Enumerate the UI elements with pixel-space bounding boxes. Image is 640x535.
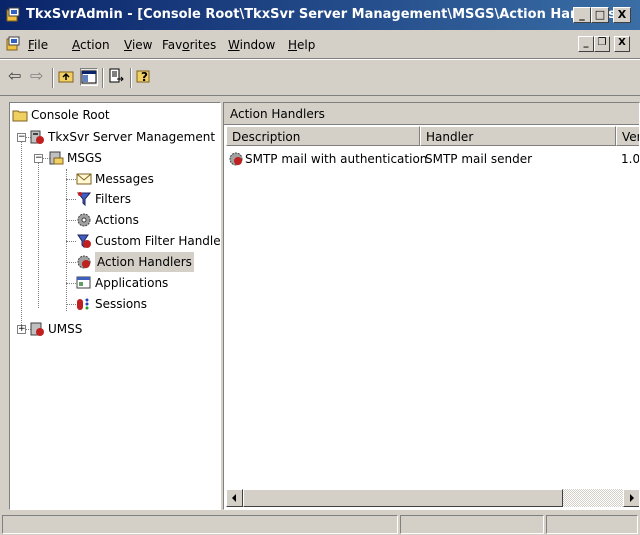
tree-connector xyxy=(66,199,76,200)
tree-connector xyxy=(66,220,76,221)
detail-pane[interactable]: Action Handlers Description Handler Ver … xyxy=(223,102,640,510)
column-header-description[interactable]: Description xyxy=(226,126,420,146)
tree-item-label: Sessions xyxy=(95,297,148,311)
column-header-version[interactable]: Ver xyxy=(616,126,639,146)
tree-item-tkxsvr-server-management[interactable]: TkxSvr Server Management xyxy=(29,127,219,147)
tree-item-label: Action Handlers xyxy=(95,252,194,272)
tree-connector xyxy=(66,241,76,242)
up-one-level-icon[interactable] xyxy=(58,68,76,86)
gear-icon xyxy=(77,213,91,227)
tree-connector xyxy=(66,169,67,311)
menu-action[interactable]: Action xyxy=(72,38,110,52)
maximize-button[interactable]: □ xyxy=(591,7,609,23)
toolbar: ⇦ ⇨ ? xyxy=(0,59,640,96)
msgs-icon xyxy=(49,151,64,165)
custom-filter-icon xyxy=(77,234,91,249)
export-icon xyxy=(109,68,124,83)
tree-item-label: Console Root xyxy=(31,108,110,122)
cell-description: SMTP mail with authentication xyxy=(245,152,428,166)
back-icon[interactable]: ⇦ xyxy=(8,68,26,86)
sessions-icon xyxy=(77,298,89,310)
tree-pane-icon xyxy=(81,70,97,84)
tree-item-custom-filter-handlers[interactable]: Custom Filter Handlers xyxy=(76,231,221,251)
server-icon xyxy=(30,130,44,144)
toolbar-separator xyxy=(130,68,132,88)
tree-item-label: Messages xyxy=(95,172,154,186)
tree-pane[interactable]: − − + Console Root TkxSvr Server Managem… xyxy=(9,102,221,510)
tree-item-umss[interactable]: UMSS xyxy=(29,319,149,339)
tree-item-label: Applications xyxy=(95,276,169,290)
horizontal-scrollbar[interactable] xyxy=(226,489,639,507)
tree-item-applications[interactable]: Applications xyxy=(76,273,216,293)
tree-item-sessions[interactable]: Sessions xyxy=(76,294,216,314)
tree-item-actions[interactable]: Actions xyxy=(76,210,216,230)
svg-text:?: ? xyxy=(141,70,148,84)
menu-window[interactable]: Window xyxy=(228,38,275,52)
list-item[interactable]: SMTP mail with authentication SMTP mail … xyxy=(228,149,640,169)
toolbar-separator xyxy=(102,68,104,88)
export-list-icon[interactable] xyxy=(108,68,126,86)
tree-item-msgs[interactable]: MSGS xyxy=(48,148,168,168)
mdi-restore-button[interactable]: ❐ xyxy=(594,36,610,52)
toolbar-separator xyxy=(52,68,54,88)
filter-icon xyxy=(76,192,92,207)
menu-favorites[interactable]: Favorites xyxy=(162,38,216,52)
status-pane-3 xyxy=(546,515,638,534)
tree-connector xyxy=(66,304,76,305)
help-icon[interactable]: ? xyxy=(136,68,154,86)
tree-connector xyxy=(66,262,76,263)
application-icon xyxy=(76,276,91,289)
window-title: TkxSvrAdmin - [Console Root\TkxSvr Serve… xyxy=(26,7,622,22)
tree-item-action-handlers[interactable]: Action Handlers xyxy=(76,252,216,272)
tree-item-label: Actions xyxy=(95,213,139,227)
console-icon[interactable] xyxy=(6,36,22,52)
close-button[interactable]: X xyxy=(613,7,631,23)
left-arrow-icon xyxy=(232,494,236,502)
tree-connector xyxy=(66,179,76,180)
tree-connector xyxy=(66,283,76,284)
menu-view[interactable]: View xyxy=(124,38,152,52)
menu-bar: File Action View Favorites Window Help _… xyxy=(0,30,640,59)
column-header-handler[interactable]: Handler xyxy=(420,126,616,146)
status-bar xyxy=(0,513,640,535)
tree-item-messages[interactable]: Messages xyxy=(76,169,216,189)
menu-help[interactable]: Help xyxy=(288,38,315,52)
help-book-icon: ? xyxy=(136,70,150,84)
expand-expander[interactable]: + xyxy=(17,325,26,334)
cell-handler: SMTP mail sender xyxy=(425,152,533,166)
scroll-right-button[interactable] xyxy=(623,489,639,507)
forward-icon[interactable]: ⇨ xyxy=(30,68,48,86)
umss-icon xyxy=(30,322,44,336)
title-bar: TkxSvrAdmin - [Console Root\TkxSvr Serve… xyxy=(0,0,640,30)
tree-item-label: UMSS xyxy=(48,322,83,336)
collapse-expander[interactable]: − xyxy=(34,154,43,163)
app-icon xyxy=(6,7,20,22)
tree-item-console-root[interactable]: Console Root xyxy=(12,105,212,125)
detail-pane-title: Action Handlers xyxy=(224,103,639,125)
cell-version: 1.0 xyxy=(621,152,640,166)
tree-item-label: MSGS xyxy=(67,151,102,165)
tree-connector xyxy=(21,137,22,329)
action-handler-icon xyxy=(229,152,243,166)
tree-item-label: Filters xyxy=(95,192,131,206)
collapse-expander[interactable]: − xyxy=(17,133,26,142)
folder-up-icon xyxy=(58,71,74,83)
scroll-left-button[interactable] xyxy=(226,489,243,507)
minimize-button[interactable]: _ xyxy=(573,7,591,23)
tree-item-label: Custom Filter Handlers xyxy=(95,234,221,248)
tree-item-filters[interactable]: Filters xyxy=(76,189,216,209)
menu-file[interactable]: File xyxy=(28,38,48,52)
tree-connector xyxy=(38,157,39,308)
scroll-thumb[interactable] xyxy=(243,489,563,507)
envelope-icon xyxy=(76,173,92,185)
mdi-close-button[interactable]: X xyxy=(614,36,630,52)
show-hide-tree-icon[interactable] xyxy=(80,68,98,86)
mdi-minimize-button[interactable]: _ xyxy=(578,36,594,52)
status-pane-main xyxy=(2,515,398,534)
status-pane-2 xyxy=(400,515,544,534)
action-handler-icon xyxy=(77,255,91,269)
right-arrow-icon xyxy=(630,494,634,502)
tree-item-label: TkxSvr Server Management xyxy=(48,130,216,144)
folder-icon xyxy=(12,110,28,122)
